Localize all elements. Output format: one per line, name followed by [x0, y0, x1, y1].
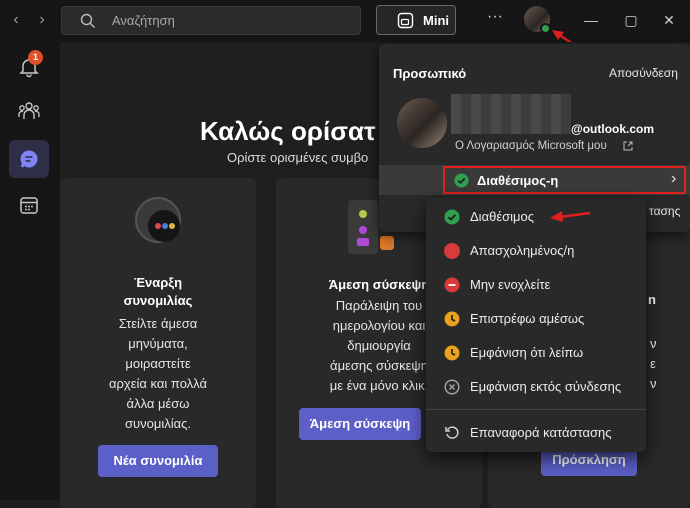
available-icon [444, 209, 460, 225]
status-available[interactable]: Διαθέσιμος [426, 200, 646, 234]
more-options-icon[interactable]: ··· [487, 8, 503, 26]
meet-now-button[interactable]: Άμεση σύσκεψη [299, 408, 421, 440]
reset-icon [445, 426, 459, 439]
chat-illustration-icon [135, 197, 181, 243]
card-start-chat-body-2: μηνύματα, [128, 336, 188, 351]
busy-icon [444, 243, 460, 259]
reset-status[interactable]: Επαναφορά κατάστασης [426, 416, 646, 450]
status-busy[interactable]: Απασχολημένος/η [426, 234, 646, 268]
status-offline-label: Εμφάνιση εκτός σύνδεσης [470, 379, 622, 394]
card-invite-title-fragment: n [648, 292, 656, 307]
card-start-chat-title-line1: Έναρξη [133, 275, 183, 290]
maximize-icon[interactable]: ▢ [622, 11, 640, 29]
card-start-chat-body-6: συνομιλίας. [124, 416, 192, 431]
status-away[interactable]: Εμφάνιση ότι λείπω [426, 336, 646, 370]
activity-badge: 1 [28, 50, 43, 65]
card-start-chat-body-1: Στείλτε άμεσα [118, 316, 198, 331]
card-start-chat: Έναρξη συνομιλίας Στείλτε άμεσα μηνύματα… [60, 178, 256, 508]
redacted-name [451, 94, 571, 134]
close-icon[interactable]: ✕ [660, 11, 678, 29]
new-chat-button[interactable]: Νέα συνομιλία [98, 445, 218, 477]
mini-button-label: Mini [423, 13, 449, 28]
do-not-disturb-icon [444, 277, 460, 293]
status-do-not-disturb[interactable]: Μην ενοχλείτε [426, 268, 646, 302]
calendar-icon [20, 197, 38, 214]
account-avatar [397, 98, 447, 148]
card-start-chat-body-4: αρχεία και πολλά [109, 376, 207, 391]
search-box[interactable]: Αναζήτηση [61, 6, 361, 35]
menu-divider [426, 409, 646, 410]
teams-people-icon [18, 102, 40, 119]
welcome-title: Καλώς ορίσατ [200, 116, 376, 146]
status-busy-label: Απασχολημένος/η [470, 243, 575, 258]
card-invite-body-fragment-3: ν [650, 376, 657, 391]
card-invite-body-fragment-2: ε [650, 356, 656, 371]
reset-status-label: Επαναφορά κατάστασης [470, 425, 612, 440]
app-rail [0, 42, 60, 500]
mini-window-icon [397, 12, 414, 29]
card-start-chat-body-3: μοιραστείτε [125, 356, 191, 371]
card-start-chat-body-5: άλλα μέσω [126, 396, 190, 411]
card-invite-body-fragment-1: ν [650, 336, 657, 351]
account-heading: Προσωπικό [393, 66, 467, 81]
mini-button[interactable]: Mini [376, 5, 456, 35]
status-available-label: Διαθέσιμος [470, 209, 535, 224]
status-offline[interactable]: Εμφάνιση εκτός σύνδεσης [426, 370, 646, 404]
status-brb-label: Επιστρέφω αμέσως [470, 311, 585, 326]
status-away-label: Εμφάνιση ότι λείπω [470, 345, 584, 360]
search-icon [80, 13, 95, 28]
current-status-label: Διαθέσιμος-η [477, 173, 559, 188]
rail-chat[interactable] [9, 140, 49, 178]
rail-teams[interactable] [9, 92, 49, 130]
rail-calendar[interactable] [9, 186, 49, 224]
account-email: @outlook.com [571, 122, 655, 136]
status-dnd-label: Μην ενοχλείτε [470, 277, 551, 292]
forward-arrow-icon[interactable]: › [32, 10, 52, 30]
set-status-fragment: τασης [649, 204, 681, 218]
card-start-chat-title-line2: συνομιλίας [123, 293, 193, 308]
back-arrow-icon[interactable]: ‹ [6, 10, 26, 30]
search-placeholder: Αναζήτηση [112, 13, 175, 28]
status-menu: Διαθέσιμος Απασχολημένος/η Μην ενοχλείτε… [426, 198, 646, 452]
away-icon [444, 345, 460, 361]
chevron-right-icon: › [671, 170, 677, 187]
sign-out-link[interactable]: Αποσύνδεση [609, 66, 678, 80]
status-be-right-back[interactable]: Επιστρέφω αμέσως [426, 302, 646, 336]
welcome-subtitle: Ορίστε ορισμένες συμβο [227, 150, 369, 165]
available-check-icon [454, 173, 469, 188]
offline-icon [444, 379, 460, 395]
external-link-icon [623, 141, 633, 151]
chat-icon [20, 150, 38, 168]
annotation-arrow-available [550, 211, 591, 222]
ms-account-link[interactable]: Ο Λογαριασμός Microsoft μου [455, 140, 607, 152]
be-right-back-icon [444, 311, 460, 327]
